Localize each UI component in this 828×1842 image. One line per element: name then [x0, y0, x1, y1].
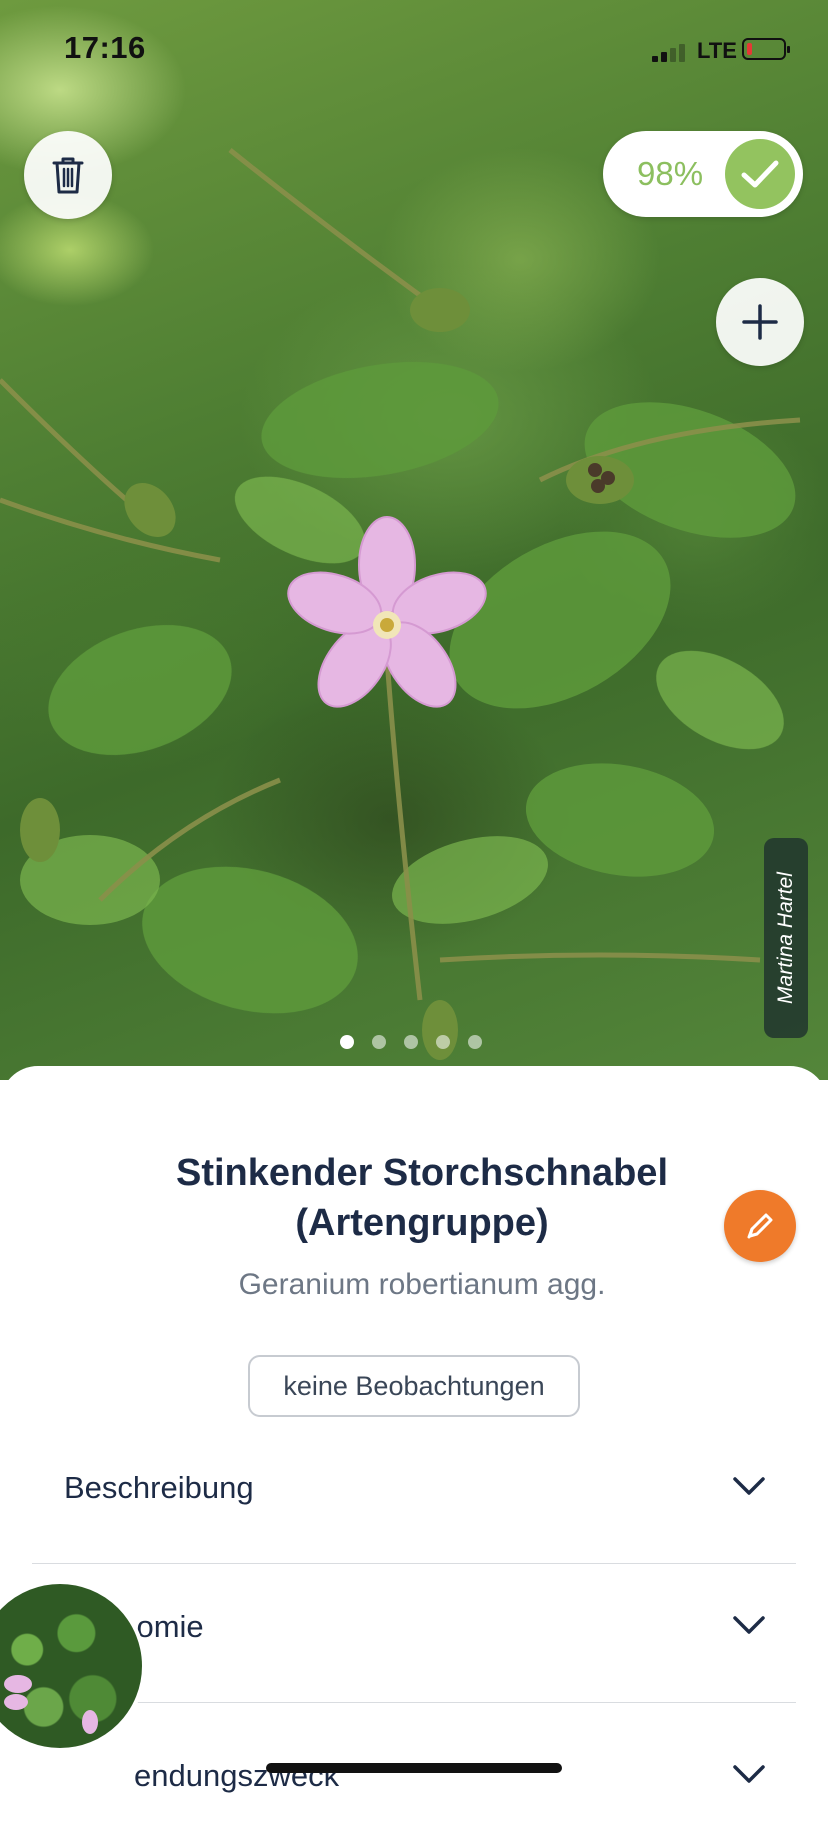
- chevron-down-icon: [733, 1477, 765, 1495]
- plus-icon: [742, 304, 778, 340]
- signal-icon: [652, 44, 686, 62]
- check-icon: [725, 139, 795, 209]
- section-beschreibung[interactable]: Beschreibung: [32, 1426, 796, 1564]
- observations-button[interactable]: keine Beobachtungen: [248, 1355, 580, 1417]
- section-verwendungszweck[interactable]: endungszweck: [32, 1704, 796, 1842]
- status-bar: 17:16 LTE: [0, 0, 828, 100]
- battery-icon: [742, 38, 790, 60]
- status-time: 17:16: [64, 30, 146, 65]
- network-type: LTE: [697, 38, 737, 63]
- page-dot[interactable]: [468, 1035, 482, 1049]
- plant-photo[interactable]: 17:16 LTE 98% Martina Hartel: [0, 0, 828, 1080]
- page-dot[interactable]: [372, 1035, 386, 1049]
- add-photo-button[interactable]: [716, 278, 804, 366]
- confidence-value: 98%: [637, 155, 704, 192]
- delete-button[interactable]: [24, 131, 112, 219]
- page-dot[interactable]: [436, 1035, 450, 1049]
- pencil-icon: [747, 1213, 773, 1239]
- photo-author-label: Martina Hartel: [764, 838, 808, 1038]
- author-name: Martina Hartel: [774, 872, 797, 1004]
- home-indicator: [266, 1763, 562, 1773]
- page-dot[interactable]: [404, 1035, 418, 1049]
- page-dot[interactable]: [340, 1035, 354, 1049]
- trash-icon: [52, 157, 84, 194]
- edit-button[interactable]: [724, 1190, 796, 1262]
- section-label: Beschreibung: [64, 1470, 254, 1505]
- species-name: Stinkender Storchschnabel (Artengruppe): [175, 1152, 668, 1244]
- confidence-badge[interactable]: 98%: [603, 131, 803, 217]
- chevron-down-icon: [733, 1765, 765, 1783]
- section-taxonomie[interactable]: onomie: [32, 1565, 796, 1703]
- chevron-down-icon: [733, 1616, 765, 1634]
- scientific-name: Geranium robertianum agg.: [238, 1268, 606, 1301]
